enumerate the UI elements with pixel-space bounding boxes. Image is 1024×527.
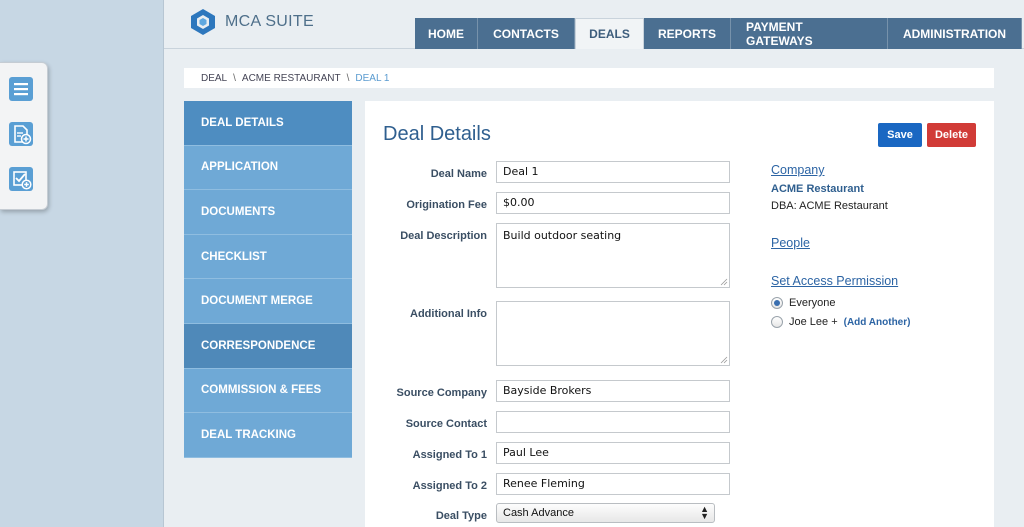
assigned-to-1-input[interactable]: Paul Lee — [496, 442, 730, 464]
sidebar-item-commission-fees[interactable]: COMMISSION & FEES — [184, 368, 352, 414]
sidebar-item-deal-details[interactable]: DEAL DETAILS — [184, 101, 352, 146]
app-logo[interactable]: MCA SUITE — [189, 8, 314, 36]
app-shell: MCA SUITE HOME CONTACTS DEALS REPORTS PA… — [163, 0, 1024, 527]
main-nav: HOME CONTACTS DEALS REPORTS PAYMENT GATE… — [415, 18, 1022, 49]
deal-description-textarea[interactable]: Build outdoor seating — [496, 223, 730, 288]
assigned-to-2-label: Assigned To 2 — [412, 480, 487, 492]
sidebar-item-application[interactable]: APPLICATION — [184, 145, 352, 191]
sidebar-item-deal-tracking[interactable]: DEAL TRACKING — [184, 413, 352, 458]
assigned-to-2-input[interactable]: Renee Fleming — [496, 473, 730, 495]
add-document-icon[interactable] — [8, 121, 34, 147]
additional-info-textarea[interactable] — [496, 301, 730, 366]
company-dba: DBA: ACME Restaurant — [771, 200, 888, 212]
deal-description-label: Deal Description — [400, 230, 487, 242]
menu-icon[interactable] — [8, 76, 34, 102]
source-company-input[interactable]: Bayside Brokers — [496, 380, 730, 402]
sidebar-item-documents[interactable]: DOCUMENTS — [184, 190, 352, 235]
breadcrumb-deal[interactable]: DEAL — [201, 73, 227, 84]
resize-handle-icon[interactable] — [720, 278, 728, 286]
nav-tab-home[interactable]: HOME — [415, 18, 478, 49]
deal-sidebar: DEAL DETAILS APPLICATION DOCUMENTS CHECK… — [184, 101, 352, 458]
deal-type-select[interactable]: Cash Advance ▲ ▼ — [496, 503, 715, 523]
sidebar-item-document-merge[interactable]: DOCUMENT MERGE — [184, 279, 352, 324]
breadcrumb: DEAL \ ACME RESTAURANT \ DEAL 1 — [184, 68, 994, 88]
breadcrumb-separator: \ — [346, 72, 350, 84]
save-button[interactable]: Save — [878, 123, 922, 147]
nav-tab-payment-gateways[interactable]: PAYMENT GATEWAYS — [731, 18, 888, 49]
deal-info-sidebar: Company ACME Restaurant DBA: ACME Restau… — [771, 163, 981, 328]
nav-tab-contacts[interactable]: CONTACTS — [478, 18, 575, 49]
source-contact-input[interactable] — [496, 411, 730, 433]
nav-tab-deals[interactable]: DEALS — [575, 18, 644, 49]
floating-toolbox — [0, 62, 48, 210]
top-bar: MCA SUITE HOME CONTACTS DEALS REPORTS PA… — [164, 0, 1024, 49]
nav-tab-administration[interactable]: ADMINISTRATION — [888, 18, 1022, 49]
people-link[interactable]: People — [771, 236, 810, 250]
source-company-label: Source Company — [396, 387, 487, 399]
sidebar-item-checklist[interactable]: CHECKLIST — [184, 234, 352, 280]
sidebar-item-correspondence[interactable]: CORRESPONDENCE — [184, 323, 352, 369]
deal-type-value: Cash Advance — [503, 507, 574, 519]
breadcrumb-company[interactable]: ACME RESTAURANT — [242, 73, 341, 84]
origination-fee-input[interactable]: $0.00 — [496, 192, 730, 214]
deal-type-label: Deal Type — [435, 510, 487, 522]
radio-joe-lee[interactable] — [771, 316, 783, 328]
deal-name-label: Deal Name — [430, 168, 487, 180]
breadcrumb-separator: \ — [233, 72, 236, 84]
logo-icon — [191, 9, 215, 35]
deal-name-input[interactable]: Deal 1 — [496, 161, 730, 183]
delete-button[interactable]: Delete — [927, 123, 976, 147]
radio-everyone[interactable] — [771, 297, 783, 309]
add-another-link[interactable]: (Add Another) — [844, 317, 911, 328]
deal-description-value: Build outdoor seating — [503, 229, 622, 242]
logo-text: MCA SUITE — [225, 13, 314, 30]
select-arrows-icon: ▲ ▼ — [700, 504, 709, 521]
origination-fee-label: Origination Fee — [406, 199, 487, 211]
deal-details-panel: Deal Details Save Delete Deal Name Deal … — [365, 101, 994, 527]
resize-handle-icon[interactable] — [720, 356, 728, 364]
access-option-joe-lee[interactable]: Joe Lee + (Add Another) — [771, 316, 910, 328]
breadcrumb-current: DEAL 1 — [355, 72, 390, 84]
company-link[interactable]: Company — [771, 163, 981, 177]
additional-info-label: Additional Info — [410, 308, 487, 320]
radio-everyone-label: Everyone — [789, 297, 836, 309]
access-permission-link[interactable]: Set Access Permission — [771, 274, 898, 288]
nav-tab-reports[interactable]: REPORTS — [644, 18, 731, 49]
page-title: Deal Details — [383, 123, 491, 145]
add-checklist-icon[interactable] — [8, 166, 34, 192]
radio-joe-lee-label: Joe Lee + — [789, 316, 838, 328]
assigned-to-1-label: Assigned To 1 — [412, 449, 487, 461]
source-contact-label: Source Contact — [405, 418, 487, 430]
company-name: ACME Restaurant — [771, 183, 864, 195]
access-option-everyone[interactable]: Everyone — [771, 297, 835, 309]
